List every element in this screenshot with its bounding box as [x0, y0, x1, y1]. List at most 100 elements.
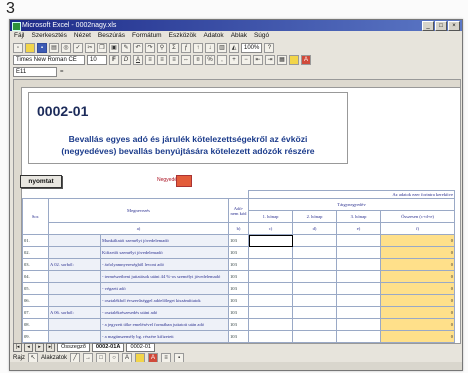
currency-icon[interactable]: ¤: [193, 55, 203, 65]
textbox-icon[interactable]: A: [122, 352, 133, 363]
month1-input[interactable]: [248, 306, 293, 319]
month2-input[interactable]: [292, 282, 337, 295]
name-box[interactable]: E11: [13, 67, 57, 77]
sheet-tab-osszegzo[interactable]: Összegző: [57, 343, 90, 352]
month1-input[interactable]: [248, 330, 293, 343]
font-color-icon[interactable]: A: [301, 55, 311, 65]
copy-icon[interactable]: ❐: [97, 43, 107, 53]
fill-color-icon[interactable]: [135, 352, 146, 363]
autoshapes-menu[interactable]: Alakzatok: [41, 355, 67, 361]
fill-color-icon[interactable]: [289, 55, 299, 65]
menu-view[interactable]: Nézet: [74, 31, 91, 41]
new-file-icon[interactable]: ▫: [13, 43, 23, 53]
align-center-icon[interactable]: ≡: [157, 55, 167, 65]
month3-input[interactable]: [336, 258, 381, 271]
month2-input[interactable]: [292, 270, 337, 283]
drawing-icon[interactable]: ◭: [229, 43, 239, 53]
menu-tools[interactable]: Eszközök: [169, 31, 197, 41]
line-style-icon[interactable]: ≡: [161, 352, 172, 363]
menu-edit[interactable]: Szerkesztés: [31, 31, 66, 41]
menu-file[interactable]: Fájl: [14, 31, 24, 41]
month3-input[interactable]: [336, 270, 381, 283]
font-color-icon[interactable]: A: [148, 352, 159, 363]
rectangle-icon[interactable]: □: [96, 352, 107, 363]
oval-icon[interactable]: ○: [109, 352, 120, 363]
print-icon[interactable]: ▤: [49, 43, 59, 53]
month1-input[interactable]: [248, 270, 293, 283]
redo-icon[interactable]: ↷: [145, 43, 155, 53]
undo-icon[interactable]: ↶: [133, 43, 143, 53]
month3-input[interactable]: [336, 330, 381, 343]
underline-icon[interactable]: A: [133, 55, 143, 65]
font-size-select[interactable]: 10: [87, 55, 107, 65]
arrow-icon[interactable]: →: [83, 352, 94, 363]
month2-input[interactable]: [292, 246, 337, 259]
month3-input[interactable]: [336, 306, 381, 319]
next-sheet-icon[interactable]: ▸: [35, 343, 44, 352]
first-sheet-icon[interactable]: |◂: [13, 343, 22, 352]
month2-input[interactable]: [292, 330, 337, 343]
decrease-decimal-icon[interactable]: −: [241, 55, 251, 65]
prev-sheet-icon[interactable]: ◂: [24, 343, 33, 352]
month1-input[interactable]: [248, 282, 293, 295]
zoom-select[interactable]: 100%: [241, 43, 263, 53]
drawing-menu[interactable]: Rajz: [13, 355, 25, 361]
autosum-icon[interactable]: Σ: [169, 43, 179, 53]
month2-input[interactable]: [292, 318, 337, 331]
merge-center-icon[interactable]: ⇔: [181, 55, 191, 65]
quarter-input[interactable]: [176, 175, 192, 187]
month3-input[interactable]: [336, 246, 381, 259]
percent-icon[interactable]: %: [205, 55, 215, 65]
line-icon[interactable]: ╱: [70, 352, 81, 363]
increase-indent-icon[interactable]: ⇥: [265, 55, 275, 65]
save-icon[interactable]: ▪: [37, 43, 47, 53]
italic-icon[interactable]: D: [121, 55, 131, 65]
paste-icon[interactable]: ▣: [109, 43, 119, 53]
select-pointer-icon[interactable]: ↖: [28, 352, 39, 363]
month2-input[interactable]: [292, 258, 337, 271]
align-right-icon[interactable]: ≡: [169, 55, 179, 65]
chart-wizard-icon[interactable]: ▥: [217, 43, 227, 53]
align-left-icon[interactable]: ≡: [145, 55, 155, 65]
maximize-button[interactable]: □: [435, 21, 447, 31]
sheet-tab-0002-01[interactable]: 0002-01: [126, 343, 155, 352]
month1-input[interactable]: [248, 318, 293, 331]
print-preview-icon[interactable]: ◎: [61, 43, 71, 53]
menu-format[interactable]: Formátum: [132, 31, 162, 41]
thousands-icon[interactable]: ,: [217, 55, 227, 65]
menu-data[interactable]: Adatok: [203, 31, 223, 41]
month2-input[interactable]: [292, 294, 337, 307]
month3-input[interactable]: [336, 234, 381, 247]
last-sheet-icon[interactable]: ▸|: [46, 343, 55, 352]
decrease-indent-icon[interactable]: ⇤: [253, 55, 263, 65]
function-icon[interactable]: ƒ: [181, 43, 191, 53]
month2-input[interactable]: [292, 234, 337, 247]
cut-icon[interactable]: ✂: [85, 43, 95, 53]
spelling-icon[interactable]: ✓: [73, 43, 83, 53]
borders-icon[interactable]: ▦: [277, 55, 287, 65]
month1-input[interactable]: [248, 234, 293, 247]
month1-input[interactable]: [248, 294, 293, 307]
month1-input[interactable]: [248, 258, 293, 271]
close-button[interactable]: ×: [448, 21, 460, 31]
print-button[interactable]: nyomtat: [20, 175, 62, 188]
month3-input[interactable]: [336, 282, 381, 295]
menu-insert[interactable]: Beszúrás: [98, 31, 125, 41]
sort-ascending-icon[interactable]: ↑: [193, 43, 203, 53]
month2-input[interactable]: [292, 306, 337, 319]
month3-input[interactable]: [336, 318, 381, 331]
open-folder-icon[interactable]: [25, 43, 35, 53]
shadow-icon[interactable]: ▪: [174, 352, 185, 363]
menu-help[interactable]: Súgó: [254, 31, 269, 41]
menu-window[interactable]: Ablak: [231, 31, 247, 41]
month1-input[interactable]: [248, 246, 293, 259]
format-painter-icon[interactable]: ✎: [121, 43, 131, 53]
worksheet[interactable]: 0002-01 Bevallás egyes adó és járulék kö…: [13, 79, 461, 344]
bold-icon[interactable]: F: [109, 55, 119, 65]
sort-descending-icon[interactable]: ↓: [205, 43, 215, 53]
help-icon[interactable]: ?: [264, 43, 275, 53]
increase-decimal-icon[interactable]: +: [229, 55, 239, 65]
font-name-select[interactable]: Times New Roman CE: [13, 55, 85, 65]
sheet-tab-0002-01a[interactable]: 0002-01A: [91, 343, 125, 352]
month3-input[interactable]: [336, 294, 381, 307]
